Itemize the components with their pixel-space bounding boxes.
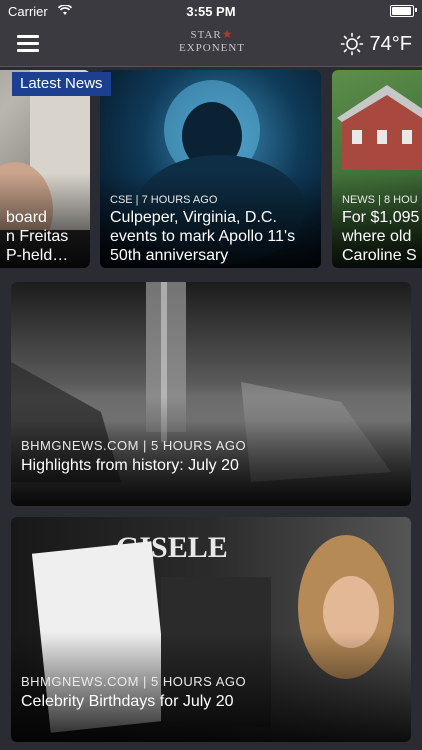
carousel-title: board n Freitas P-held… bbox=[6, 209, 69, 264]
carousel-card[interactable]: board n Freitas P-held… bbox=[0, 70, 90, 268]
carousel-title: For $1,095 where old Caroline S bbox=[342, 209, 420, 264]
logo-text-top: STAR bbox=[190, 29, 222, 41]
status-time: 3:55 PM bbox=[186, 4, 236, 19]
carousel-title: Culpeper, Virginia, D.C. events to mark … bbox=[110, 209, 296, 264]
hamburger-icon[interactable] bbox=[17, 35, 39, 53]
news-card[interactable]: GISELE BHMGNEWS.COM | 5 HOURS AGO Celebr… bbox=[11, 517, 411, 742]
sun-icon bbox=[340, 32, 363, 56]
app-logo: STAR★ EXPONENT bbox=[172, 28, 252, 60]
latest-news-carousel[interactable]: board n Freitas P-held… CSE | 7 HOURS AG… bbox=[0, 70, 422, 270]
carousel-meta: NEWS | 8 HOU bbox=[342, 194, 418, 206]
temperature-label: 74°F bbox=[369, 32, 412, 55]
news-meta: BHMGNEWS.COM | 5 HOURS AGO bbox=[21, 438, 247, 453]
battery-nub bbox=[415, 8, 417, 12]
news-card[interactable]: BHMGNEWS.COM | 5 HOURS AGO Highlights fr… bbox=[11, 282, 411, 506]
news-title: Celebrity Birthdays for July 20 bbox=[21, 693, 234, 710]
news-meta: BHMGNEWS.COM | 5 HOURS AGO bbox=[21, 674, 247, 689]
logo-text-bottom: EXPONENT bbox=[178, 42, 246, 54]
carousel-card[interactable]: CSE | 7 HOURS AGO Culpeper, Virginia, D.… bbox=[100, 70, 321, 268]
weather-widget[interactable]: 74°F bbox=[340, 32, 412, 56]
carousel-card[interactable]: NEWS | 8 HOU For $1,095 where old Caroli… bbox=[332, 70, 422, 268]
status-bar: Carrier 3:55 PM bbox=[0, 0, 422, 22]
news-title: Highlights from history: July 20 bbox=[21, 457, 239, 474]
carousel-meta: CSE | 7 HOURS AGO bbox=[110, 194, 218, 206]
nav-bar: STAR★ EXPONENT 74°F bbox=[0, 22, 422, 67]
battery-icon bbox=[390, 5, 414, 17]
latest-news-badge: Latest News bbox=[12, 72, 111, 96]
star-icon: ★ bbox=[221, 27, 234, 41]
